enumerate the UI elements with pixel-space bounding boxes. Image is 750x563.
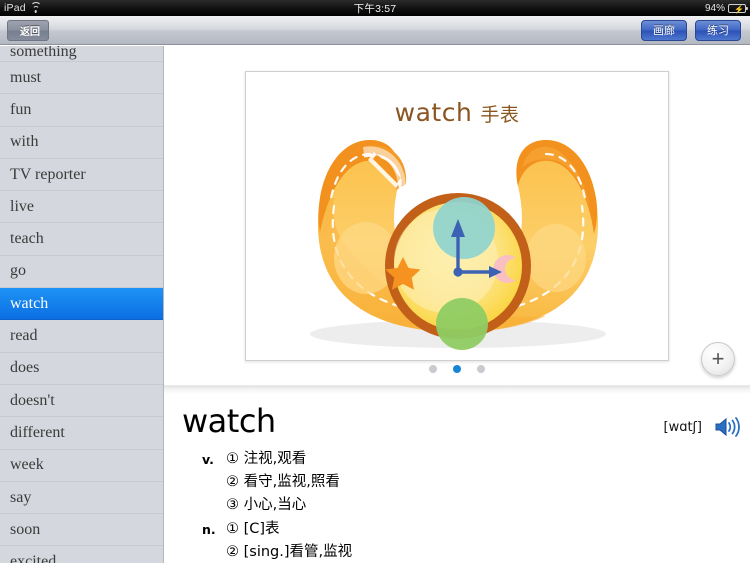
meaning-item: ③ 小心,当心 bbox=[226, 497, 307, 513]
word-label: watch bbox=[10, 294, 49, 312]
meaning-item: ① [C]表 bbox=[226, 521, 280, 537]
list-item[interactable]: say bbox=[0, 482, 163, 515]
list-item[interactable]: soon bbox=[0, 514, 163, 547]
gallery-button[interactable]: 画廊 bbox=[641, 19, 687, 41]
list-item[interactable]: something bbox=[0, 46, 163, 62]
phonetic-transcription: [wɑtʃ] bbox=[663, 420, 703, 435]
word-label: something bbox=[10, 46, 77, 60]
page-dot[interactable] bbox=[429, 365, 437, 373]
content-area: something must fun with TV reporter live… bbox=[0, 46, 750, 563]
word-label: must bbox=[10, 68, 42, 86]
list-item-selected[interactable]: watch bbox=[0, 288, 163, 321]
page-dot[interactable] bbox=[477, 365, 485, 373]
word-label: different bbox=[10, 423, 65, 441]
meaning-item: ② [sing.]看管,监视 bbox=[226, 544, 353, 560]
status-bar-time: 下午3:57 bbox=[353, 2, 397, 15]
meaning-list: ① [C]表 ② [sing.]看管,监视 bbox=[226, 518, 352, 563]
meaning-item: ① 注视,观看 bbox=[226, 451, 307, 467]
part-of-speech: v. bbox=[202, 452, 214, 467]
word-label: does bbox=[10, 359, 40, 377]
meaning-item: ② 看守,监视,照看 bbox=[226, 474, 340, 490]
list-item[interactable]: with bbox=[0, 127, 163, 159]
panel-divider bbox=[164, 385, 750, 394]
word-label: read bbox=[10, 327, 38, 345]
list-item[interactable]: week bbox=[0, 450, 163, 482]
navbar-actions: 画廊 练习 bbox=[641, 19, 750, 41]
back-button[interactable]: 返回 bbox=[7, 19, 49, 41]
list-item[interactable]: doesn't bbox=[0, 385, 163, 418]
word-label: excited bbox=[10, 553, 57, 563]
word-label: say bbox=[10, 488, 32, 506]
word-label: TV reporter bbox=[10, 165, 86, 183]
illustration-area: watch 手表 + bbox=[164, 46, 750, 385]
list-item[interactable]: TV reporter bbox=[0, 159, 163, 192]
wristwatch-illustration bbox=[310, 139, 606, 350]
word-label: week bbox=[10, 456, 44, 474]
word-label: live bbox=[10, 197, 34, 215]
sense-row: n. ① [C]表 ② [sing.]看管,监视 bbox=[182, 518, 750, 563]
status-bar: iPad 下午3:57 94% ⚡ bbox=[0, 0, 750, 16]
list-item[interactable]: live bbox=[0, 191, 163, 224]
list-item[interactable]: does bbox=[0, 353, 163, 385]
word-list-sidebar[interactable]: something must fun with TV reporter live… bbox=[0, 46, 164, 563]
list-item[interactable]: excited bbox=[0, 546, 163, 563]
navigation-bar: 返回 画廊 练习 bbox=[0, 16, 750, 45]
word-label: doesn't bbox=[10, 391, 55, 409]
list-item[interactable]: fun bbox=[0, 94, 163, 127]
list-item[interactable]: read bbox=[0, 320, 163, 353]
illustration-card[interactable]: watch 手表 bbox=[245, 70, 669, 361]
word-label: fun bbox=[10, 100, 32, 118]
definition-panel: watch [wɑtʃ] v. ① 注视,观看 ② 看守,监视,照看 ③ 小心,… bbox=[164, 394, 750, 563]
word-label: teach bbox=[10, 230, 44, 248]
word-label: go bbox=[10, 262, 26, 280]
part-of-speech: n. bbox=[202, 522, 216, 537]
meaning-list: ① 注视,观看 ② 看守,监视,照看 ③ 小心,当心 bbox=[226, 448, 340, 517]
pronunciation-group: [wɑtʃ] bbox=[663, 417, 740, 437]
word-label: soon bbox=[10, 520, 41, 538]
add-button[interactable]: + bbox=[701, 342, 735, 376]
word-label: with bbox=[10, 133, 39, 151]
headword: watch bbox=[182, 402, 276, 440]
list-item[interactable]: different bbox=[0, 417, 163, 450]
list-item[interactable]: teach bbox=[0, 223, 163, 256]
main-panel: watch 手表 + watch [wɑtʃ] v. ① 注视,观看 ② 看守,… bbox=[164, 46, 750, 563]
page-indicator[interactable] bbox=[164, 365, 750, 373]
page-dot-active[interactable] bbox=[453, 365, 461, 373]
sense-list: v. ① 注视,观看 ② 看守,监视,照看 ③ 小心,当心 n. ① [C]表 … bbox=[182, 448, 750, 563]
battery-charging-icon: ⚡ bbox=[728, 3, 748, 14]
definition-header: watch [wɑtʃ] bbox=[182, 402, 750, 440]
list-item[interactable]: must bbox=[0, 62, 163, 95]
list-item[interactable]: go bbox=[0, 256, 163, 289]
sense-row: v. ① 注视,观看 ② 看守,监视,照看 ③ 小心,当心 bbox=[182, 448, 750, 517]
speaker-icon[interactable] bbox=[714, 416, 740, 438]
practice-button[interactable]: 练习 bbox=[695, 19, 741, 41]
